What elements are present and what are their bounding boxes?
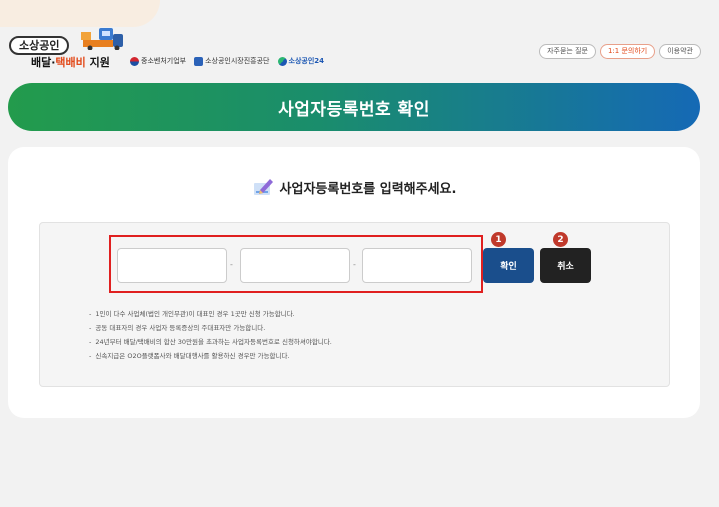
sbiz24-logo-icon xyxy=(277,56,287,66)
top-links: 자주묻는 질문 1:1 문의하기 이용약관 xyxy=(539,44,701,59)
step-badge-2: 2 xyxy=(553,232,568,247)
page-title: 사업자등록번호 확인 xyxy=(278,99,430,120)
cancel-button[interactable]: 취소 xyxy=(540,248,591,283)
confirm-button[interactable]: 확인 xyxy=(483,248,534,283)
top-decoration xyxy=(0,0,160,27)
inquiry-link[interactable]: 1:1 문의하기 xyxy=(599,44,656,59)
terms-link[interactable]: 이용약관 xyxy=(659,44,701,59)
notice-item: 1인이 다수 사업체(법인 개인무관)이 대표인 경우 1곳만 신청 가능합니다… xyxy=(89,307,332,321)
separator: - xyxy=(230,260,233,269)
business-number-part3[interactable] xyxy=(362,248,472,283)
logo-subtitle: 배달·택배비 지원 xyxy=(31,56,110,69)
notice-item: 공동 대표자의 경우 사업자 등록증상의 주대표자만 가능합니다. xyxy=(89,321,332,335)
step-badge-1: 1 xyxy=(491,232,506,247)
agency-mss[interactable]: 중소벤처기업부 xyxy=(130,56,186,66)
pencil-icon xyxy=(253,179,273,195)
prompt-text: 사업자등록번호를 입력해주세요. xyxy=(279,181,457,197)
taegeuk-icon xyxy=(130,56,139,66)
semas-logo-icon xyxy=(194,56,204,66)
business-number-part2[interactable] xyxy=(240,248,350,283)
delivery-truck-icon xyxy=(81,28,123,50)
separator: - xyxy=(353,260,356,269)
business-number-group: - - xyxy=(109,235,483,293)
notice-item: 24년부터 배달/택배비의 합산 30만원을 초과하는 사업자등록번호로 신청하… xyxy=(89,335,332,349)
form-box: - - 1 2 확인 취소 1인이 다수 사업체(법인 개인무관)이 대표인 경… xyxy=(39,222,670,387)
page-banner: 사업자등록번호 확인 xyxy=(8,83,700,131)
logo-pill: 소상공인 xyxy=(9,36,70,55)
main-card: 사업자등록번호를 입력해주세요. - - 1 2 확인 취소 1인이 다수 사업… xyxy=(8,147,700,418)
agency-sbiz24[interactable]: 소상공인24 xyxy=(277,56,324,66)
business-number-part1[interactable] xyxy=(117,248,227,283)
agency-logos: 중소벤처기업부 소상공인시장진흥공단 소상공인24 xyxy=(130,56,324,66)
agency-semas[interactable]: 소상공인시장진흥공단 xyxy=(194,56,270,66)
notice-item: 신속지급은 O2O플랫폼사와 배달대행사를 활용하신 경우만 가능합니다. xyxy=(89,349,332,363)
site-logo[interactable]: 소상공인 배달·택배비 지원 xyxy=(9,28,123,69)
notice-list: 1인이 다수 사업체(법인 개인무관)이 대표인 경우 1곳만 신청 가능합니다… xyxy=(89,307,332,363)
faq-link[interactable]: 자주묻는 질문 xyxy=(539,44,596,59)
form-prompt: 사업자등록번호를 입력해주세요. xyxy=(8,177,700,197)
